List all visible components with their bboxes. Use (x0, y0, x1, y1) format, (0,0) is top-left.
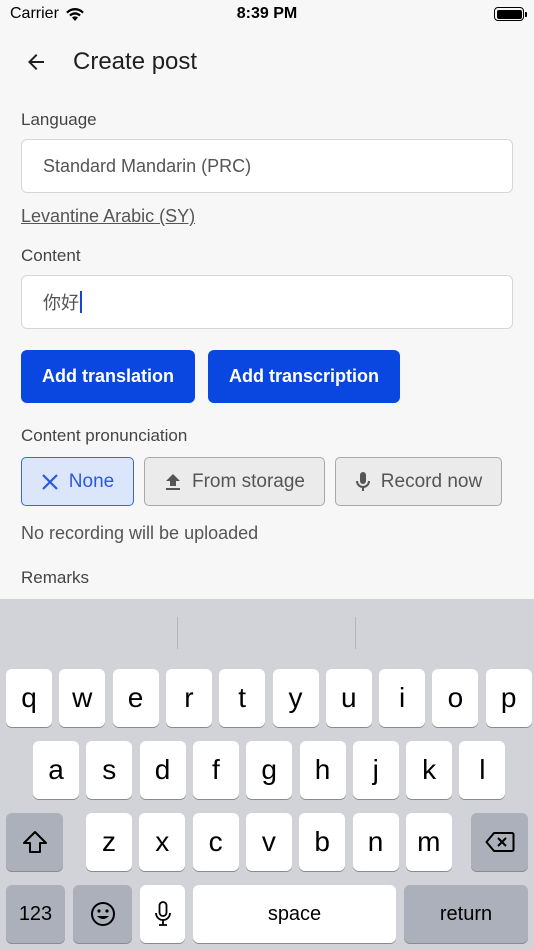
secondary-language-link[interactable]: Levantine Arabic (SY) (21, 206, 195, 227)
key-a[interactable]: a (33, 741, 79, 799)
numbers-key[interactable]: 123 (6, 885, 65, 943)
pronunciation-record-now-toggle[interactable]: Record now (335, 457, 502, 506)
key-v[interactable]: v (245, 813, 292, 871)
shift-key[interactable] (6, 813, 63, 871)
key-u[interactable]: u (325, 669, 372, 727)
pronunciation-from-storage-label: From storage (192, 470, 305, 492)
key-n[interactable]: n (352, 813, 399, 871)
dictation-key[interactable] (140, 885, 185, 943)
key-p[interactable]: p (485, 669, 532, 727)
content-value: 你好 (43, 293, 79, 313)
microphone-icon (154, 901, 171, 926)
upload-icon (166, 473, 180, 490)
key-i[interactable]: i (379, 669, 426, 727)
suggestion-bar (0, 599, 534, 659)
language-label: Language (21, 110, 97, 129)
microphone-icon (355, 471, 370, 491)
key-s[interactable]: s (86, 741, 133, 799)
status-bar: Carrier 8:39 PM (0, 0, 534, 28)
key-o[interactable]: o (432, 669, 479, 727)
key-j[interactable]: j (352, 741, 399, 799)
emoji-icon (90, 902, 115, 926)
pronunciation-from-storage-toggle[interactable]: From storage (144, 457, 325, 506)
arrow-back-icon (28, 54, 44, 70)
key-z[interactable]: z (86, 813, 132, 871)
key-k[interactable]: k (406, 741, 453, 799)
key-r[interactable]: r (165, 669, 212, 727)
content-label: Content (21, 246, 81, 265)
status-left: Carrier (10, 5, 85, 23)
close-icon (42, 473, 58, 490)
add-transcription-button[interactable]: Add transcription (208, 350, 400, 403)
key-x[interactable]: x (139, 813, 186, 871)
key-w[interactable]: w (59, 669, 106, 727)
text-caret (80, 291, 82, 313)
language-field[interactable]: Standard Mandarin (PRC) (21, 139, 513, 193)
language-value: Standard Mandarin (PRC) (43, 155, 252, 176)
key-c[interactable]: c (192, 813, 239, 871)
pronunciation-label: Content pronunciation (21, 426, 188, 445)
key-e[interactable]: e (112, 669, 159, 727)
emoji-key[interactable] (73, 885, 132, 943)
pronunciation-none-toggle[interactable]: None (21, 457, 134, 506)
remarks-label: Remarks (21, 568, 90, 587)
battery-icon (494, 7, 527, 21)
key-q[interactable]: q (6, 669, 52, 727)
key-h[interactable]: h (299, 741, 346, 799)
shift-icon (22, 831, 47, 853)
key-m[interactable]: m (405, 813, 452, 871)
key-d[interactable]: d (139, 741, 186, 799)
pronunciation-record-now-label: Record now (380, 470, 483, 492)
app-bar: Create post (0, 36, 534, 88)
key-y[interactable]: y (272, 669, 319, 727)
backspace-icon (485, 832, 514, 852)
battery-fill (496, 9, 522, 19)
carrier-label: Carrier (10, 5, 59, 22)
key-f[interactable]: f (192, 741, 239, 799)
suggestion-divider (177, 617, 178, 649)
key-t[interactable]: t (219, 669, 266, 727)
back-button[interactable] (16, 42, 56, 82)
key-g[interactable]: g (246, 741, 293, 799)
add-translation-button[interactable]: Add translation (21, 350, 195, 403)
page-title: Create post (73, 48, 198, 75)
pronunciation-helper-text: No recording will be uploaded (21, 523, 259, 543)
key-b[interactable]: b (299, 813, 346, 871)
key-l[interactable]: l (459, 741, 506, 799)
delete-key[interactable] (471, 813, 528, 871)
suggestion-divider (355, 617, 356, 649)
pronunciation-none-label: None (68, 470, 115, 492)
content-field[interactable]: 你好 (21, 275, 513, 329)
space-key[interactable]: space (193, 885, 396, 943)
return-key[interactable]: return (404, 885, 528, 943)
wifi-icon (66, 7, 84, 21)
